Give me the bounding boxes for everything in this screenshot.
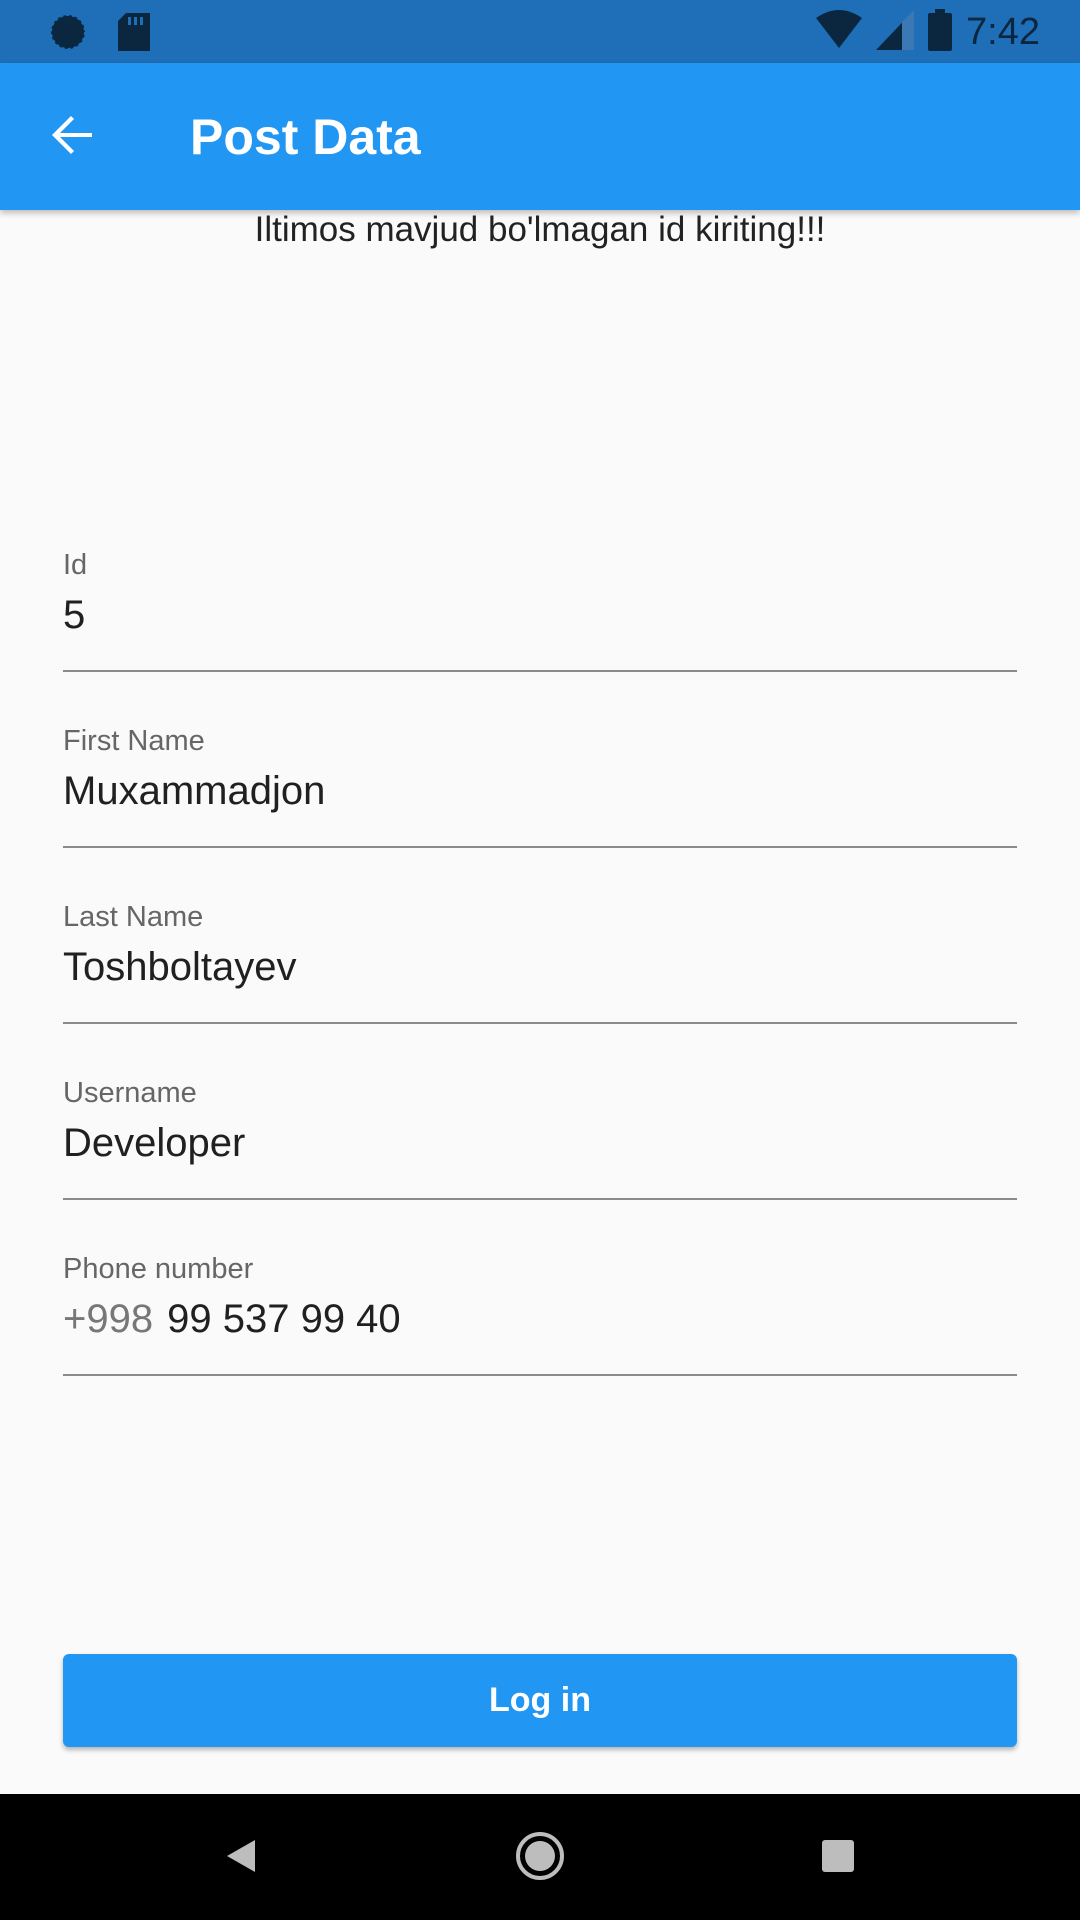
phone-number-field-value-wrap: +998 99 537 99 40: [63, 1294, 401, 1344]
nav-home-button[interactable]: [510, 1828, 570, 1888]
app-bar: Post Data: [0, 63, 1080, 210]
recents-square-icon: [820, 1838, 856, 1879]
id-field-label: Id: [63, 549, 88, 581]
phone-prefix: +998: [63, 1297, 154, 1341]
back-triangle-icon: [223, 1836, 259, 1881]
wifi-icon: [816, 9, 863, 55]
arrow-back-icon: [48, 111, 96, 164]
back-button[interactable]: [34, 99, 110, 175]
username-field[interactable]: Username Developer: [63, 1076, 1017, 1200]
screen: 7:42 Post Data Iltimos mavjud bo'lmagan …: [0, 0, 1080, 1920]
login-button[interactable]: Log in: [63, 1654, 1017, 1747]
nav-back-button[interactable]: [211, 1828, 271, 1888]
status-bar: 7:42: [0, 0, 1080, 63]
username-field-label: Username: [63, 1077, 197, 1109]
battery-icon: [928, 8, 953, 56]
phone-number-value: 99 537 99 40: [167, 1297, 401, 1341]
last-name-field[interactable]: Last Name Toshboltayev: [63, 900, 1017, 1024]
id-field[interactable]: Id 5: [63, 548, 1017, 672]
system-nav-bar: [0, 1794, 1080, 1920]
first-name-field[interactable]: First Name Muxammadjon: [63, 724, 1017, 848]
username-field-value: Developer: [63, 1121, 246, 1165]
sd-card-icon: [118, 13, 150, 56]
phone-number-field-label: Phone number: [63, 1253, 254, 1285]
nav-recents-button[interactable]: [808, 1828, 868, 1888]
home-circle-icon: [514, 1830, 566, 1887]
last-name-field-value: Toshboltayev: [63, 945, 297, 989]
first-name-field-label: First Name: [63, 725, 205, 757]
page-title: Post Data: [190, 109, 421, 165]
status-time: 7:42: [966, 11, 1040, 53]
first-name-field-value: Muxammadjon: [63, 769, 326, 813]
notice-message: Iltimos mavjud bo'lmagan id kiriting!!!: [254, 210, 826, 249]
id-field-value: 5: [63, 593, 86, 637]
circle-notification-icon: [48, 12, 88, 57]
last-name-field-label: Last Name: [63, 901, 204, 933]
cellular-signal-icon: [876, 9, 915, 55]
phone-number-field[interactable]: Phone number +998 99 537 99 40: [63, 1252, 1017, 1376]
